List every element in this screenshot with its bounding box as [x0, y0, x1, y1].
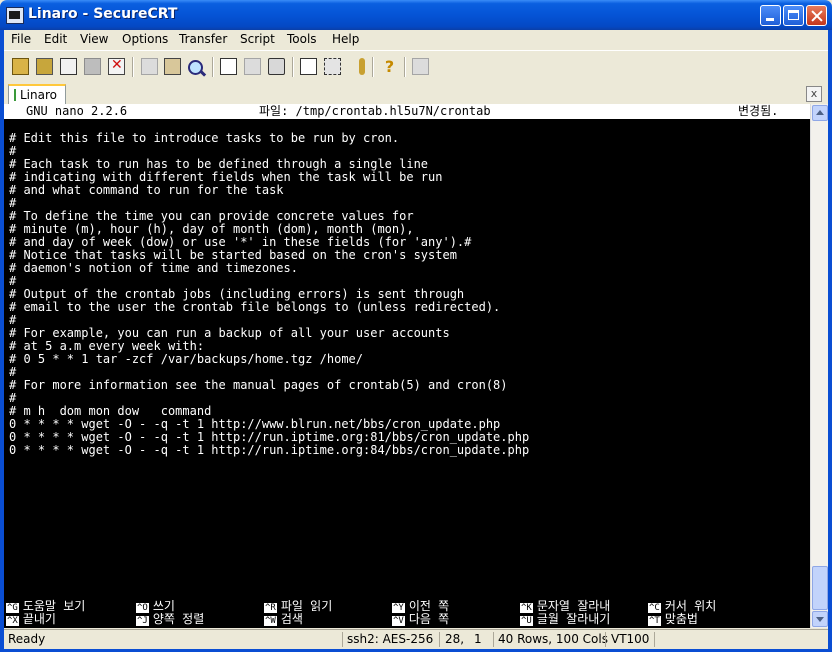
menu-options[interactable]: Options	[122, 32, 168, 46]
crontab-line: # email to the user the crontab file bel…	[9, 300, 501, 314]
session-tab-strip: Linaro x	[4, 82, 828, 105]
keymap-icon[interactable]	[359, 58, 365, 75]
connected-status-icon	[14, 89, 16, 101]
menu-file[interactable]: File	[11, 32, 31, 46]
menu-help[interactable]: Help	[332, 32, 359, 46]
status-ready: Ready	[8, 632, 46, 646]
toolbar-separator	[292, 57, 294, 77]
menu-view[interactable]: View	[80, 32, 108, 46]
shortcut-uncut-text: ^U 글월 잘라내기	[520, 612, 611, 626]
scroll-down-button[interactable]	[812, 611, 828, 627]
shortcut-next-page: ^V 다음 쪽	[392, 612, 450, 626]
minimize-button[interactable]	[760, 5, 781, 26]
nano-modified-flag: 변경됨.	[738, 104, 779, 118]
window-title: Linaro - SecureCRT	[28, 6, 178, 22]
status-divider	[605, 632, 606, 647]
shortcut-spell: ^T 맞춤법	[648, 612, 698, 626]
status-divider	[654, 632, 655, 647]
crontab-line: # and what command to run for the task	[9, 183, 284, 197]
crontab-line: # For more information see the manual pa…	[9, 378, 508, 392]
crontab-line: 0 * * * * wget -O - -q -t 1 http://run.i…	[9, 443, 530, 457]
shortcut-exit: ^X 끝내기	[6, 612, 56, 626]
crontab-editor-content[interactable]: # Edit this file to introduce tasks to b…	[9, 132, 529, 457]
toolbar-separator	[212, 57, 214, 77]
session-options-icon[interactable]	[300, 58, 317, 75]
toolbar-separator	[132, 57, 134, 77]
print-setup-icon[interactable]	[220, 58, 237, 75]
nano-version: GNU nano 2.2.6	[26, 104, 128, 118]
scroll-up-button[interactable]	[812, 105, 828, 121]
nano-filename: 파일: /tmp/crontab.hl5u7N/crontab	[259, 104, 491, 118]
menu-script[interactable]: Script	[240, 32, 275, 46]
terminal-view[interactable]: GNU nano 2.2.6 파일: /tmp/crontab.hl5u7N/c…	[4, 104, 810, 628]
status-divider	[439, 632, 440, 647]
status-col: 1	[474, 632, 482, 646]
window-frame-right	[828, 30, 832, 652]
status-emulation: VT100	[611, 632, 650, 646]
menu-tools[interactable]: Tools	[287, 32, 317, 46]
disconnect-icon[interactable]	[108, 57, 125, 75]
status-row: 28,	[445, 632, 465, 646]
status-protocol: ssh2: AES-256	[347, 632, 434, 646]
crontab-line: # 0 5 * * 1 tar -zcf /var/backups/home.t…	[9, 352, 364, 366]
paste-icon[interactable]	[164, 58, 181, 75]
crontab-line: # daemon's notion of time and timezones.	[9, 261, 298, 275]
print-icon[interactable]	[268, 58, 285, 75]
quick-connect-icon[interactable]	[36, 58, 53, 75]
session-tab-linaro[interactable]: Linaro	[8, 84, 66, 104]
crontab-line: # Edit this file to introduce tasks to b…	[9, 131, 400, 145]
find-icon[interactable]	[188, 60, 203, 75]
status-bar: Ready ssh2: AES-256 28, 1 40 Rows, 100 C…	[4, 629, 828, 649]
menu-bar: File Edit View Options Transfer Script T…	[4, 30, 828, 50]
shortcut-justify: ^J 양쪽 정렬	[136, 612, 205, 626]
print-selection-icon[interactable]	[244, 58, 261, 75]
title-bar: Linaro - SecureCRT	[0, 0, 832, 30]
status-terminal-size: 40 Rows, 100 Cols	[498, 632, 608, 646]
toolbar-separator	[404, 57, 406, 77]
toolbar-separator	[372, 57, 374, 77]
status-divider	[342, 632, 343, 647]
connect-icon[interactable]	[12, 58, 29, 75]
toolbar: ?	[4, 50, 828, 83]
nano-shortcut-bar: ^G 도움말 보기 ^O 쓰기 ^R 파일 읽기 ^Y 이전 쪽 ^K 문자열 잘라내 ^…	[4, 600, 810, 626]
terminal-scrollbar[interactable]	[810, 104, 828, 628]
reconnect-icon[interactable]	[84, 58, 101, 75]
help-icon[interactable]: ?	[381, 58, 398, 75]
securecrt-app-icon[interactable]	[6, 7, 24, 24]
menu-edit[interactable]: Edit	[44, 32, 67, 46]
nano-title-bar: GNU nano 2.2.6 파일: /tmp/crontab.hl5u7N/c…	[4, 104, 810, 119]
session-tab-label: Linaro	[20, 88, 57, 102]
sftp-icon[interactable]	[412, 58, 429, 75]
maximize-button[interactable]	[783, 5, 804, 26]
connect-in-tab-icon[interactable]	[60, 58, 77, 75]
scrollbar-thumb[interactable]	[812, 566, 828, 610]
shortcut-where-is: ^W 검색	[264, 612, 303, 626]
copy-icon[interactable]	[141, 58, 158, 75]
close-tab-button[interactable]: x	[806, 86, 822, 102]
status-divider	[493, 632, 494, 647]
close-window-button[interactable]	[806, 5, 827, 26]
menu-transfer[interactable]: Transfer	[179, 32, 227, 46]
global-options-icon[interactable]	[324, 58, 341, 75]
